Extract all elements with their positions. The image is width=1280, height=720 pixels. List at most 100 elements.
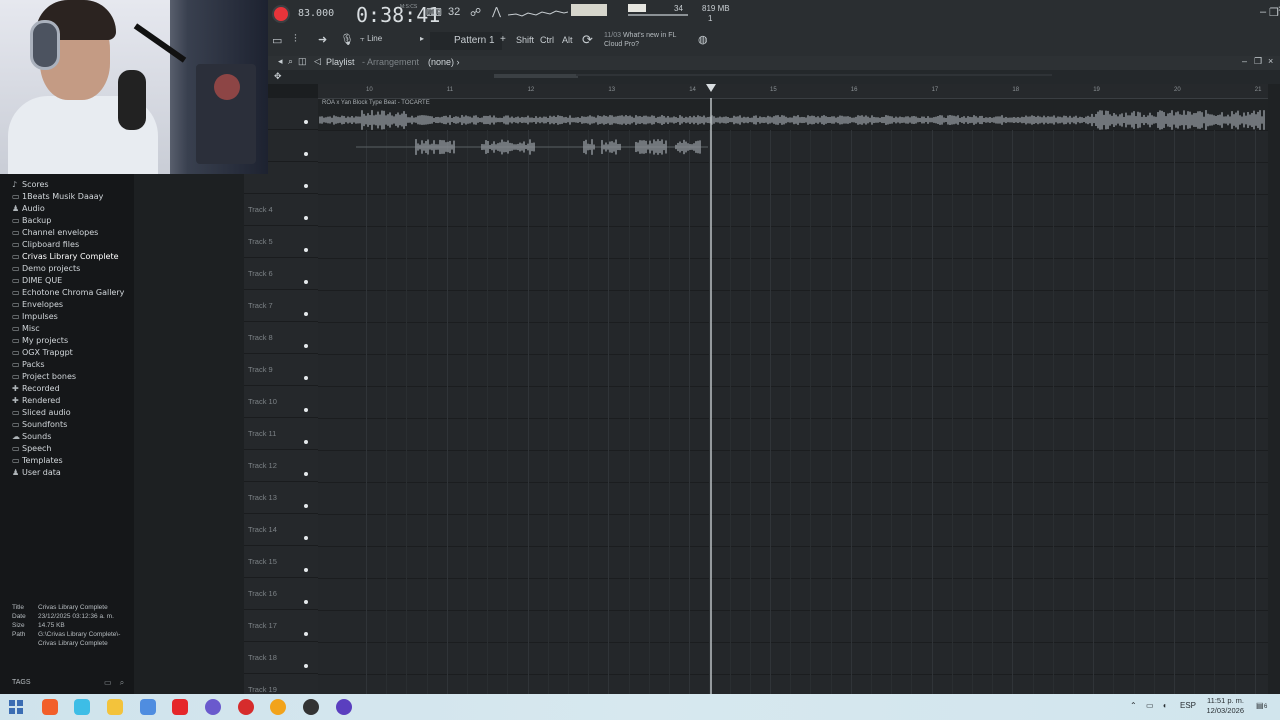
horizontal-scroll-zoom[interactable]: ✥ — [268, 70, 1280, 84]
browser-item[interactable]: ▭ Channel envelopes — [12, 228, 98, 237]
browser-item[interactable]: ▭ Clipboard files — [12, 240, 79, 249]
track-mute-led[interactable] — [304, 184, 308, 188]
track-mute-led[interactable] — [304, 568, 308, 572]
track-header[interactable]: Track 14 — [244, 514, 318, 546]
record-button[interactable] — [272, 5, 290, 23]
scroll-track[interactable] — [576, 74, 1052, 76]
track-mute-led[interactable] — [304, 120, 308, 124]
track-header[interactable]: Track 9 — [244, 354, 318, 386]
playlist-close-icon[interactable]: × — [1268, 56, 1273, 66]
playlist-menu-icon[interactable]: ◁ — [314, 56, 321, 67]
snap-selector[interactable]: ⫟ Line — [360, 34, 420, 48]
browser-item[interactable]: ▭ My projects — [12, 336, 68, 345]
track-header[interactable]: Track 13 — [244, 482, 318, 514]
mixer-icon[interactable]: ▭ — [272, 34, 282, 47]
track-mute-led[interactable] — [304, 440, 308, 444]
track-mute-led[interactable] — [304, 536, 308, 540]
browser-item[interactable]: ▭ Speech — [12, 444, 51, 453]
browser-item[interactable]: ♟ Audio — [12, 204, 45, 213]
obs-icon[interactable] — [303, 699, 319, 715]
track-mute-led[interactable] — [304, 152, 308, 156]
audio-clip-main[interactable]: ROA x Yan Block Type Beat - TOCARTE — [318, 98, 1268, 130]
track-mute-led[interactable] — [304, 408, 308, 412]
alt-button[interactable]: Alt — [562, 35, 573, 45]
youtube-icon[interactable] — [172, 699, 188, 715]
arrow-right-icon[interactable]: ➜ — [318, 33, 327, 46]
track-mute-led[interactable] — [304, 312, 308, 316]
discord-icon[interactable] — [205, 699, 221, 715]
browser-item[interactable]: ✚ Recorded — [12, 384, 60, 393]
fl-studio-icon[interactable] — [270, 699, 286, 715]
track-header[interactable]: Track 16 — [244, 578, 318, 610]
pattern-selector[interactable]: Pattern 1 — [430, 32, 502, 50]
opera-icon[interactable] — [238, 699, 254, 715]
browser-item[interactable]: ▭ Demo projects — [12, 264, 80, 273]
pattern-arrow-icon[interactable]: ▸ — [420, 34, 424, 43]
app-icon[interactable] — [336, 699, 352, 715]
tag-search-icon[interactable]: ⌕ — [120, 678, 124, 687]
timeline-ruler[interactable]: 10 11 12 13 14 15 16 17 18 19 20 21 — [318, 84, 1268, 98]
track-mute-led[interactable] — [304, 472, 308, 476]
brave-icon[interactable] — [42, 699, 58, 715]
browser-item[interactable]: ▭ Echotone Chroma Gallery — [12, 288, 124, 297]
browser-item[interactable]: ♟ User data — [12, 468, 61, 477]
taskbar-clock[interactable]: 11:51 p. m. 12/03/2026 — [1200, 696, 1244, 716]
track-mute-led[interactable] — [304, 344, 308, 348]
track-mute-led[interactable] — [304, 664, 308, 668]
track-header[interactable]: Track 15 — [244, 546, 318, 578]
track-header[interactable]: Track 11 — [244, 418, 318, 450]
track-header[interactable]: Track 18 — [244, 642, 318, 674]
track-mute-led[interactable] — [304, 504, 308, 508]
selected-clip[interactable]: (none) › — [428, 57, 460, 67]
move-icon[interactable]: ✥ — [274, 71, 282, 82]
browser-item[interactable]: ▭ Envelopes — [12, 300, 63, 309]
track-header[interactable]: Track 7 — [244, 290, 318, 322]
track-header[interactable]: Track 17 — [244, 610, 318, 642]
shift-button[interactable]: Shift — [516, 35, 534, 45]
browser-item[interactable]: ✚ Rendered — [12, 396, 60, 405]
windows-start-icon[interactable] — [9, 700, 23, 714]
browser-item[interactable]: ▭ DIME QUE — [12, 276, 62, 285]
typing-keyboard-icon[interactable]: ⌨ — [426, 6, 442, 19]
vertical-scrollbar[interactable] — [1268, 84, 1280, 694]
track-mute-led[interactable] — [304, 280, 308, 284]
browser-item[interactable]: ▭ Templates — [12, 456, 63, 465]
track-mute-led[interactable] — [304, 216, 308, 220]
browser-item[interactable]: ▭ Misc — [12, 324, 40, 333]
file-explorer-icon[interactable] — [107, 699, 123, 715]
tray-chevron-icon[interactable]: ⌃ — [1130, 701, 1137, 710]
globe-icon[interactable]: ◍ — [698, 33, 708, 46]
track-header[interactable]: Track 12 — [244, 450, 318, 482]
browser-item[interactable]: ▭ 1Beats Musik Daaay — [12, 192, 103, 201]
notification-icon[interactable]: ▤ — [1256, 701, 1264, 710]
news-icon[interactable]: ⟳ — [582, 32, 593, 48]
add-pattern-icon[interactable]: + — [500, 34, 506, 45]
browser-item[interactable]: ▭ Project bones — [12, 372, 76, 381]
ctrl-button[interactable]: Ctrl — [540, 35, 554, 45]
tempo-display[interactable]: 83.000 — [298, 8, 334, 19]
tag-folder-icon[interactable]: ▭ — [104, 678, 112, 687]
track-mute-led[interactable] — [304, 376, 308, 380]
audio-clip-vocal[interactable] — [356, 132, 708, 162]
track-mute-led[interactable] — [304, 600, 308, 604]
browser-item[interactable]: ▭ Backup — [12, 216, 51, 225]
browser-item[interactable]: ☁ Sounds — [12, 432, 51, 441]
browser-item[interactable]: ▭ Impulses — [12, 312, 58, 321]
store-icon[interactable] — [140, 699, 156, 715]
browser-item[interactable]: ♪ Scores — [12, 180, 49, 189]
news-panel[interactable]: 11/03 What's new in FL Cloud Pro? — [604, 31, 676, 49]
playlist-minimize-icon[interactable]: – — [1242, 56, 1247, 66]
step-edit-icon[interactable]: 32 — [448, 6, 460, 18]
zoom-icon[interactable]: ⌕ — [288, 56, 293, 67]
volume-icon[interactable]: ◖ — [1162, 701, 1167, 710]
playhead-marker[interactable] — [706, 84, 716, 92]
track-header[interactable]: Track 5 — [244, 226, 318, 258]
paint-icon[interactable] — [74, 699, 90, 715]
minimize-icon[interactable]: – — [1260, 6, 1266, 18]
browser-item[interactable]: ▭ Packs — [12, 360, 45, 369]
zoom-thumb[interactable] — [494, 74, 578, 78]
browser-item[interactable]: ▭ Sliced audio — [12, 408, 71, 417]
blend-notes-icon[interactable]: ☍ — [470, 6, 481, 19]
playlist-restore-icon[interactable]: ❐ — [1254, 56, 1262, 67]
browser-item[interactable]: ▭ Soundfonts — [12, 420, 67, 429]
